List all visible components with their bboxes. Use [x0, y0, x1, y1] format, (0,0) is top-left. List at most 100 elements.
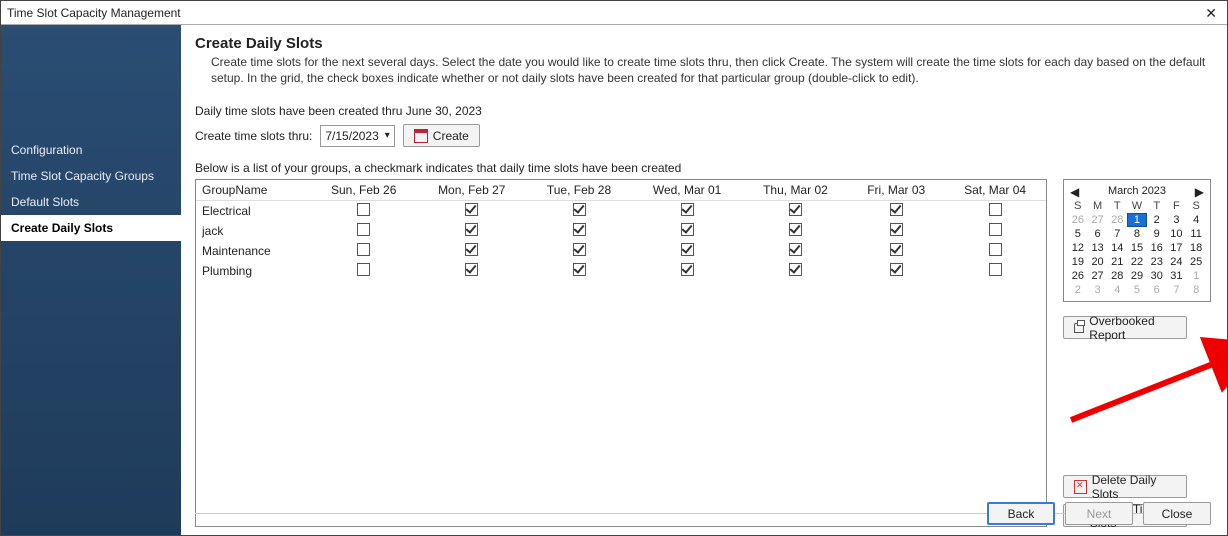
col-date[interactable]: Sat, Mar 04 [944, 180, 1046, 201]
slot-checkbox[interactable] [789, 223, 802, 236]
table-row[interactable]: Plumbing [196, 261, 1046, 281]
col-date[interactable]: Sun, Feb 26 [310, 180, 417, 201]
calendar-day[interactable]: 26 [1068, 269, 1088, 283]
calendar-day[interactable]: 14 [1107, 241, 1127, 255]
calendar-day[interactable]: 12 [1068, 241, 1088, 255]
close-button[interactable]: Close [1143, 502, 1211, 525]
month-calendar[interactable]: ◀ March 2023 ▶ SMTWTFS262728123456789101… [1063, 179, 1211, 302]
slot-checkbox[interactable] [357, 203, 370, 216]
calendar-day[interactable]: 24 [1167, 255, 1187, 269]
slot-checkbox[interactable] [989, 203, 1002, 216]
calendar-day[interactable]: 30 [1147, 269, 1167, 283]
calendar-day[interactable]: 21 [1107, 255, 1127, 269]
calendar-day[interactable]: 25 [1186, 255, 1206, 269]
calendar-day-off[interactable]: 6 [1147, 283, 1167, 297]
calendar-day[interactable]: 1 [1127, 213, 1147, 227]
slot-checkbox[interactable] [890, 243, 903, 256]
col-date[interactable]: Mon, Feb 27 [417, 180, 527, 201]
calendar-day-off[interactable]: 3 [1088, 283, 1108, 297]
slot-checkbox[interactable] [681, 263, 694, 276]
slot-checkbox[interactable] [357, 223, 370, 236]
calendar-day-off[interactable]: 5 [1127, 283, 1147, 297]
slot-checkbox[interactable] [789, 263, 802, 276]
next-button[interactable]: Next [1065, 502, 1133, 525]
calendar-day[interactable]: 15 [1127, 241, 1147, 255]
calendar-day[interactable]: 6 [1088, 227, 1108, 241]
slot-checkbox[interactable] [989, 223, 1002, 236]
calendar-day-off[interactable]: 4 [1107, 283, 1127, 297]
group-name-cell: Electrical [196, 201, 310, 222]
calendar-day[interactable]: 5 [1068, 227, 1088, 241]
calendar-prev-icon[interactable]: ◀ [1070, 185, 1079, 199]
slot-checkbox[interactable] [789, 243, 802, 256]
calendar-day[interactable]: 4 [1186, 213, 1206, 227]
calendar-day[interactable]: 8 [1127, 227, 1147, 241]
slot-checkbox[interactable] [465, 243, 478, 256]
col-date[interactable]: Thu, Mar 02 [743, 180, 849, 201]
slot-checkbox[interactable] [465, 203, 478, 216]
calendar-day-off[interactable]: 27 [1088, 213, 1108, 227]
slot-checkbox[interactable] [890, 263, 903, 276]
slot-checkbox[interactable] [465, 263, 478, 276]
slot-checkbox[interactable] [357, 263, 370, 276]
delete-daily-slots-button[interactable]: Delete Daily Slots [1063, 475, 1187, 498]
close-icon[interactable]: ✕ [1201, 6, 1221, 20]
table-row[interactable]: Maintenance [196, 241, 1046, 261]
sidebar-item-default-slots[interactable]: Default Slots [1, 189, 181, 215]
calendar-day[interactable]: 20 [1088, 255, 1108, 269]
table-row[interactable]: jack [196, 221, 1046, 241]
slot-checkbox[interactable] [789, 203, 802, 216]
sidebar-item-configuration[interactable]: Configuration [1, 137, 181, 163]
col-date[interactable]: Wed, Mar 01 [632, 180, 743, 201]
calendar-day[interactable]: 28 [1107, 269, 1127, 283]
slot-checkbox[interactable] [573, 243, 586, 256]
calendar-day[interactable]: 27 [1088, 269, 1108, 283]
date-thru-select[interactable]: 7/15/2023 ▾ [320, 125, 394, 147]
slot-checkbox[interactable] [890, 223, 903, 236]
slot-checkbox[interactable] [989, 263, 1002, 276]
calendar-day-off[interactable]: 28 [1107, 213, 1127, 227]
calendar-day[interactable]: 13 [1088, 241, 1108, 255]
calendar-day-off[interactable]: 7 [1167, 283, 1187, 297]
calendar-day-off[interactable]: 1 [1186, 269, 1206, 283]
slot-checkbox[interactable] [890, 203, 903, 216]
slot-checkbox[interactable] [573, 263, 586, 276]
table-row[interactable]: Electrical [196, 201, 1046, 222]
sidebar-item-create-daily-slots[interactable]: Create Daily Slots [1, 215, 181, 241]
calendar-day[interactable]: 22 [1127, 255, 1147, 269]
slot-checkbox[interactable] [573, 203, 586, 216]
calendar-day[interactable]: 18 [1186, 241, 1206, 255]
slot-checkbox[interactable] [465, 223, 478, 236]
sidebar-item-capacity-groups[interactable]: Time Slot Capacity Groups [1, 163, 181, 189]
calendar-next-icon[interactable]: ▶ [1195, 185, 1204, 199]
overbooked-report-button[interactable]: Overbooked Report [1063, 316, 1187, 339]
calendar-day[interactable]: 7 [1107, 227, 1127, 241]
calendar-day[interactable]: 2 [1147, 213, 1167, 227]
calendar-day[interactable]: 10 [1167, 227, 1187, 241]
calendar-day[interactable]: 3 [1167, 213, 1187, 227]
calendar-day-off[interactable]: 2 [1068, 283, 1088, 297]
calendar-day[interactable]: 9 [1147, 227, 1167, 241]
col-date[interactable]: Fri, Mar 03 [848, 180, 944, 201]
calendar-day[interactable]: 31 [1167, 269, 1187, 283]
back-button[interactable]: Back [987, 502, 1055, 525]
col-date[interactable]: Tue, Feb 28 [527, 180, 632, 201]
create-button[interactable]: Create [403, 124, 480, 147]
calendar-dow: F [1167, 199, 1187, 213]
slot-checkbox[interactable] [681, 203, 694, 216]
slot-checkbox[interactable] [681, 223, 694, 236]
calendar-day[interactable]: 17 [1167, 241, 1187, 255]
calendar-day[interactable]: 19 [1068, 255, 1088, 269]
col-group-name[interactable]: GroupName [196, 180, 310, 201]
slots-grid[interactable]: GroupNameSun, Feb 26Mon, Feb 27Tue, Feb … [195, 179, 1047, 527]
calendar-day[interactable]: 29 [1127, 269, 1147, 283]
calendar-day[interactable]: 11 [1186, 227, 1206, 241]
calendar-day[interactable]: 16 [1147, 241, 1167, 255]
calendar-day-off[interactable]: 8 [1186, 283, 1206, 297]
slot-checkbox[interactable] [357, 243, 370, 256]
slot-checkbox[interactable] [989, 243, 1002, 256]
slot-checkbox[interactable] [573, 223, 586, 236]
calendar-day-off[interactable]: 26 [1068, 213, 1088, 227]
slot-checkbox[interactable] [681, 243, 694, 256]
calendar-day[interactable]: 23 [1147, 255, 1167, 269]
